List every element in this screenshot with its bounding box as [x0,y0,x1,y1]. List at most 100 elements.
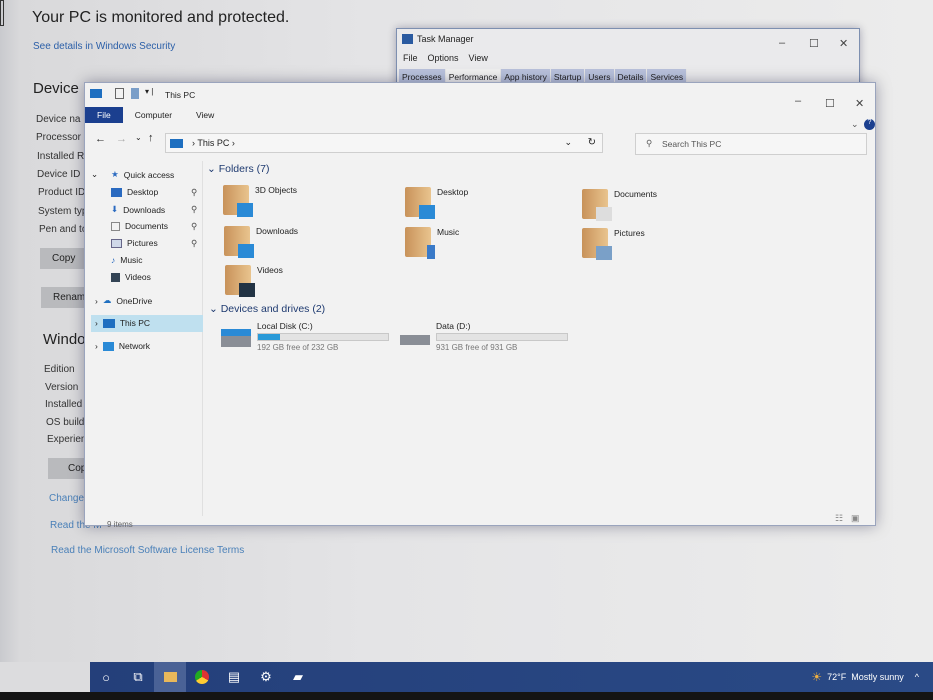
close-button[interactable]: ✕ [839,37,848,50]
chevron-right-icon: › [95,341,98,351]
pin-icon: ⚲ [191,237,198,248]
new-folder-icon[interactable] [131,88,139,99]
minimize-button[interactable]: – [795,95,801,107]
breadcrumb-chevron[interactable]: › [229,138,235,148]
ribbon-tab-view[interactable]: View [184,107,226,123]
menu-view[interactable]: View [469,53,488,63]
drive-icon [400,335,430,345]
pictures-icon [111,238,122,248]
folder-label: Music [437,227,460,237]
nav-this-pc[interactable]: › This PC [95,318,150,328]
folder-label: Pictures [614,228,645,238]
back-button[interactable]: ← [95,133,106,145]
forward-button[interactable]: → [116,133,127,145]
ribbon-tab-computer[interactable]: Computer [123,107,184,123]
file-explorer-window[interactable]: ▾ | This PC – ☐ ✕ ⌄ ? File Computer View… [84,82,876,529]
folder-music[interactable]: Music [405,227,460,259]
menu-file[interactable]: File [403,53,418,63]
address-dropdown-icon[interactable]: ⌄ [564,137,572,148]
nav-label: Videos [125,272,151,282]
task-view-icon[interactable]: ⧉ [122,662,154,692]
download-icon: ⬇ [111,204,119,214]
breadcrumb-this-pc[interactable]: This PC [197,138,229,148]
windows-row: Version [45,382,79,393]
nav-onedrive[interactable]: › ☁ OneDrive [95,295,152,306]
nav-pictures[interactable]: Pictures ⚲ [111,238,197,248]
search-circle-icon[interactable]: ○ [90,662,122,692]
folder-3d-objects[interactable]: 3D Objects [223,185,297,217]
refresh-icon[interactable]: ↻ [588,137,596,148]
device-row: System typ [38,206,88,217]
chevron-right-icon: › [95,318,98,328]
search-input[interactable]: ⚲ Search This PC [635,133,867,155]
nav-label: Music [120,255,143,265]
folder-desktop[interactable]: Desktop [405,187,469,219]
address-bar[interactable]: › This PC › ⌄ ↻ [165,133,603,153]
folder-pictures[interactable]: Pictures [582,228,645,260]
drives-section-header[interactable]: ⌄ Devices and drives (2) [209,303,325,315]
this-pc-icon [102,318,115,328]
nav-label: OneDrive [116,295,153,306]
app-icon[interactable]: ▰ [282,662,314,692]
drive-c[interactable]: Local Disk (C:) 192 GB free of 232 GB [221,321,389,352]
pin-icon: ⚲ [191,186,198,197]
network-icon [102,341,114,351]
section-label: Folders (7) [218,163,270,175]
videos-folder-icon [225,265,255,297]
folder-label: Downloads [256,226,299,236]
drive-name: Local Disk (C:) [257,321,313,331]
settings-gear-icon[interactable]: ⚙ [250,662,282,692]
nav-videos[interactable]: Videos [111,272,151,282]
device-heading: Device [33,80,79,97]
downloads-folder-icon [224,226,254,258]
folder-videos[interactable]: Videos [225,265,283,297]
device-row: Installed R [37,151,85,162]
documents-folder-icon [582,189,612,221]
up-button[interactable]: ↑ [148,132,154,144]
status-bar-item-count: 9 items [107,520,133,529]
nav-desktop[interactable]: Desktop ⚲ [111,187,197,197]
drive-free-space: 931 GB free of 931 GB [436,343,518,352]
this-pc-icon [170,139,183,148]
taskbar: ○ ⧉ ▤ ⚙ ▰ ☀ 72°F Mostly sunny ^ [90,662,933,692]
star-icon: ★ [111,169,119,179]
maximize-button[interactable]: ☐ [809,37,819,50]
window-title: This PC [165,90,196,100]
properties-icon[interactable] [115,88,124,99]
nav-documents[interactable]: Documents ⚲ [111,221,197,231]
customize-toolbar-icon[interactable]: ▾ | [145,87,153,96]
chrome-icon[interactable] [186,662,218,692]
windows-row: Edition [44,364,75,375]
nav-label: This PC [119,318,151,328]
recent-locations-button[interactable]: ⌄ [135,133,142,142]
nav-label: Pictures [127,238,158,248]
security-link[interactable]: See details in Windows Security [33,41,175,52]
nav-quick-access[interactable]: ⌄ ★ Quick access [91,169,174,180]
folder-label: Desktop [437,187,469,197]
drive-d[interactable]: Data (D:) 931 GB free of 931 GB [400,321,568,352]
ribbon-tabs: File Computer View [85,107,875,123]
details-view-icon[interactable]: ☷ [835,513,843,524]
weather-widget[interactable]: ☀ 72°F Mostly sunny ^ [811,670,933,684]
drive-free-space: 192 GB free of 232 GB [257,343,339,352]
drive-usage-fill [258,334,281,340]
license-terms-link[interactable]: Read the Microsoft Software License Term… [51,545,244,556]
large-icons-view-icon[interactable]: ▣ [851,513,860,524]
task-manager-title: Task Manager [417,34,474,44]
minimize-button[interactable]: – [779,37,785,49]
nav-music[interactable]: ♪ Music [111,255,142,265]
sun-cloud-icon: ☀ [811,670,823,684]
nav-downloads[interactable]: ⬇ Downloads ⚲ [111,204,197,215]
windows-drive-icon [221,329,251,347]
ribbon-tab-file[interactable]: File [85,107,123,123]
folder-downloads[interactable]: Downloads [224,226,299,258]
nav-network[interactable]: › Network [95,341,150,351]
folder-documents[interactable]: Documents [582,189,657,221]
monitor-bezel [0,692,933,700]
menu-bar: File Options View [403,53,488,63]
file-explorer-taskbar-icon[interactable] [154,662,186,692]
app-window-icon[interactable]: ▤ [218,662,250,692]
menu-options[interactable]: Options [428,53,459,63]
folders-section-header[interactable]: ⌄ Folders (7) [207,163,269,175]
show-hidden-icons-chevron-icon[interactable]: ^ [915,672,919,682]
